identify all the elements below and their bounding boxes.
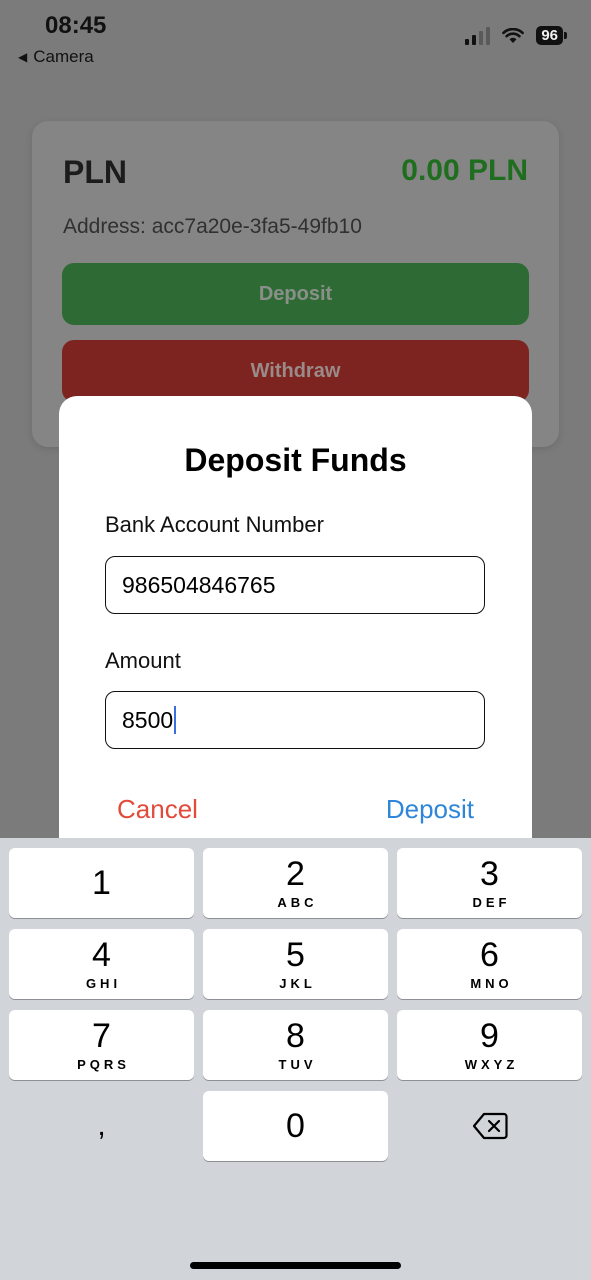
key-3[interactable]: 3 DEF — [397, 848, 582, 918]
key-comma[interactable]: , — [9, 1091, 194, 1161]
key-letters: GHI — [85, 975, 122, 991]
modal-title: Deposit Funds — [184, 442, 407, 478]
key-digit: 9 — [480, 1016, 499, 1055]
key-5[interactable]: 5 JKL — [203, 929, 388, 999]
key-4[interactable]: 4 GHI — [9, 929, 194, 999]
amount-label: Amount — [105, 648, 181, 673]
key-letters: WXYZ — [464, 1056, 519, 1072]
key-2[interactable]: 2 ABC — [203, 848, 388, 918]
home-indicator[interactable] — [190, 1262, 401, 1269]
status-indicators: 96 — [465, 26, 567, 45]
key-letters: PQRS — [77, 1056, 130, 1072]
key-digit: 7 — [92, 1016, 111, 1055]
backspace-key[interactable] — [397, 1091, 582, 1161]
numeric-keypad: 1 2 ABC 3 DEF 4 GHI 5 JKL 6 MNO 7 PQRS 8… — [0, 838, 591, 1280]
key-1[interactable]: 1 — [9, 848, 194, 918]
amount-input[interactable]: 8500 — [105, 691, 485, 749]
key-7[interactable]: 7 PQRS — [9, 1010, 194, 1080]
back-triangle-icon: ◀ — [18, 50, 28, 64]
key-digit: 0 — [286, 1107, 305, 1145]
bank-account-input[interactable]: 986504846765 — [105, 556, 485, 614]
key-digit: 4 — [92, 935, 111, 974]
battery-icon: 96 — [536, 26, 567, 45]
withdraw-button-background: Withdraw — [62, 340, 529, 402]
bank-account-value: 986504846765 — [122, 571, 276, 598]
key-digit: 2 — [286, 854, 305, 893]
text-caret — [174, 706, 177, 734]
key-9[interactable]: 9 WXYZ — [397, 1010, 582, 1080]
key-digit: 3 — [480, 854, 499, 893]
currency-label: PLN — [63, 154, 127, 190]
key-0[interactable]: 0 — [203, 1091, 388, 1161]
deposit-button-background: Deposit — [62, 263, 529, 325]
back-label: Camera — [33, 47, 94, 66]
key-digit: 8 — [286, 1016, 305, 1055]
key-digit: , — [97, 1109, 106, 1142]
deposit-button[interactable]: Deposit — [386, 794, 474, 825]
back-to-camera-link[interactable]: ◀ Camera — [18, 47, 94, 67]
balance-value: 0.00 PLN — [401, 154, 528, 187]
key-digit: 1 — [92, 864, 111, 902]
cellular-signal-icon — [465, 26, 491, 45]
key-letters: ABC — [277, 894, 318, 910]
key-6[interactable]: 6 MNO — [397, 929, 582, 999]
cancel-button[interactable]: Cancel — [117, 794, 198, 825]
key-letters: JKL — [279, 975, 316, 991]
key-digit: 5 — [286, 935, 305, 974]
account-address: Address: acc7a20e-3fa5-49fb10 — [63, 215, 362, 238]
backspace-icon — [472, 1112, 508, 1140]
status-time: 08:45 — [45, 12, 107, 39]
key-digit: 6 — [480, 935, 499, 974]
key-letters: TUV — [278, 1056, 317, 1072]
key-letters: DEF — [472, 894, 511, 910]
wifi-icon — [502, 27, 525, 43]
key-8[interactable]: 8 TUV — [203, 1010, 388, 1080]
amount-value: 8500 — [122, 706, 174, 733]
bank-account-label: Bank Account Number — [105, 512, 324, 537]
key-letters: MNO — [470, 975, 513, 991]
deposit-funds-modal: Deposit Funds Bank Account Number 986504… — [59, 396, 532, 856]
